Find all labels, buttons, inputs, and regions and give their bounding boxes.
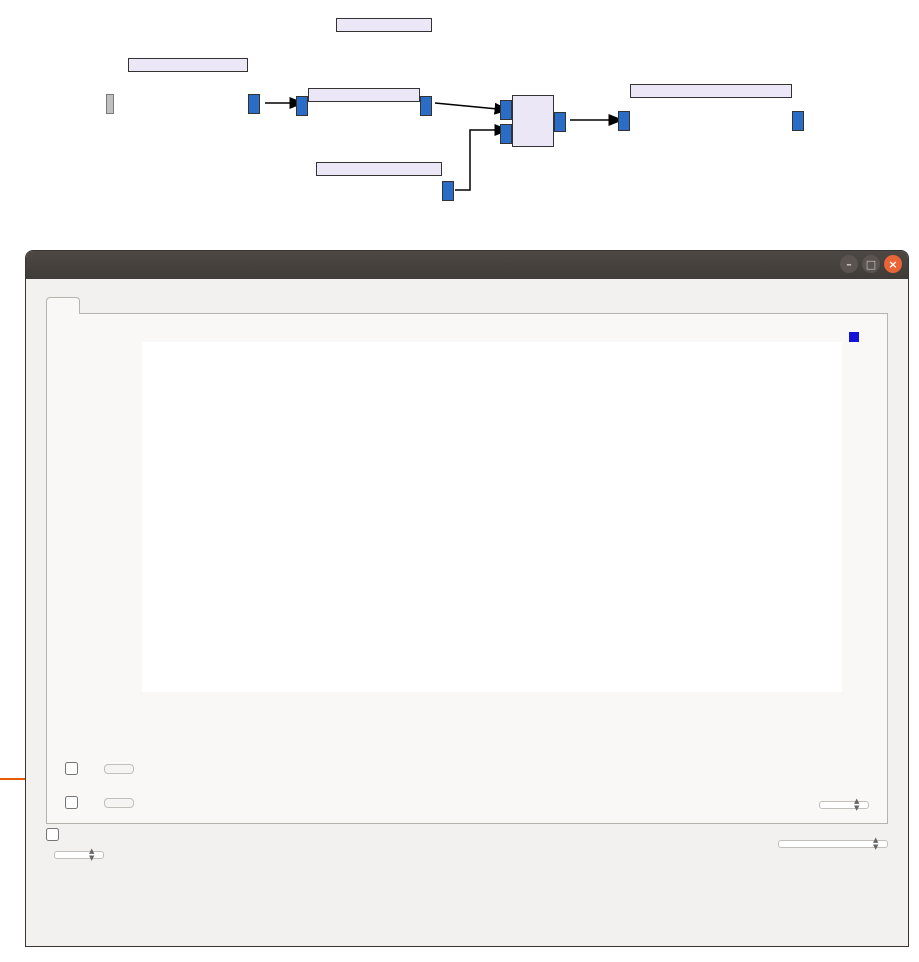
tab-panel-frequency: ▲▼ bbox=[46, 314, 888, 824]
min-hold-checkbox[interactable] bbox=[65, 796, 90, 809]
flowgraph-pad bbox=[106, 94, 114, 114]
block-noise-source[interactable] bbox=[316, 162, 442, 176]
fft-chart[interactable] bbox=[67, 332, 867, 732]
max-hold-checkbox[interactable] bbox=[65, 762, 90, 775]
port-in[interactable] bbox=[296, 96, 308, 116]
port-out[interactable] bbox=[248, 94, 260, 114]
port-out[interactable] bbox=[420, 96, 432, 116]
window-minimize-button[interactable]: – bbox=[840, 255, 858, 273]
plot-area[interactable] bbox=[142, 342, 842, 692]
spin-arrows-icon[interactable]: ▲▼ bbox=[854, 803, 866, 807]
flowgraph-canvas[interactable] bbox=[0, 0, 919, 250]
fftsize-spinbox[interactable]: ▲▼ bbox=[778, 840, 888, 848]
app-window: – □ × bbox=[25, 250, 909, 947]
tab-constellation-display[interactable] bbox=[148, 297, 182, 314]
block-throttle[interactable] bbox=[308, 88, 420, 102]
spin-arrows-icon[interactable]: ▲▼ bbox=[873, 842, 885, 846]
tab-time-domain-display[interactable] bbox=[114, 297, 148, 314]
port-in-0[interactable] bbox=[500, 100, 512, 120]
block-qt-gui-sink[interactable] bbox=[630, 84, 792, 98]
window-close-button[interactable]: × bbox=[884, 255, 902, 273]
block-params bbox=[129, 64, 247, 71]
max-hold-reset-button[interactable] bbox=[104, 764, 134, 774]
bg-divider bbox=[0, 778, 25, 784]
display-rf-checkbox[interactable] bbox=[46, 828, 104, 841]
block-variable[interactable] bbox=[336, 18, 432, 32]
window-titlebar[interactable]: – □ × bbox=[26, 251, 908, 279]
min-hold-reset-button[interactable] bbox=[104, 798, 134, 808]
average-spinbox[interactable]: ▲▼ bbox=[819, 801, 869, 809]
port-in-1[interactable] bbox=[500, 124, 512, 144]
port-out[interactable] bbox=[442, 181, 454, 201]
window-maximize-button[interactable]: □ bbox=[862, 255, 880, 273]
port-out[interactable] bbox=[792, 111, 804, 131]
tab-bar bbox=[46, 297, 888, 314]
port-in[interactable] bbox=[618, 111, 630, 131]
window-fn-combo[interactable]: ▲▼ bbox=[54, 851, 104, 859]
tab-waterfall-display[interactable] bbox=[80, 297, 114, 314]
block-add[interactable] bbox=[512, 95, 554, 147]
combo-arrows-icon[interactable]: ▲▼ bbox=[89, 853, 101, 857]
block-signal-source[interactable] bbox=[128, 58, 248, 72]
port-out[interactable] bbox=[554, 112, 566, 132]
tab-frequency-display[interactable] bbox=[46, 297, 80, 314]
